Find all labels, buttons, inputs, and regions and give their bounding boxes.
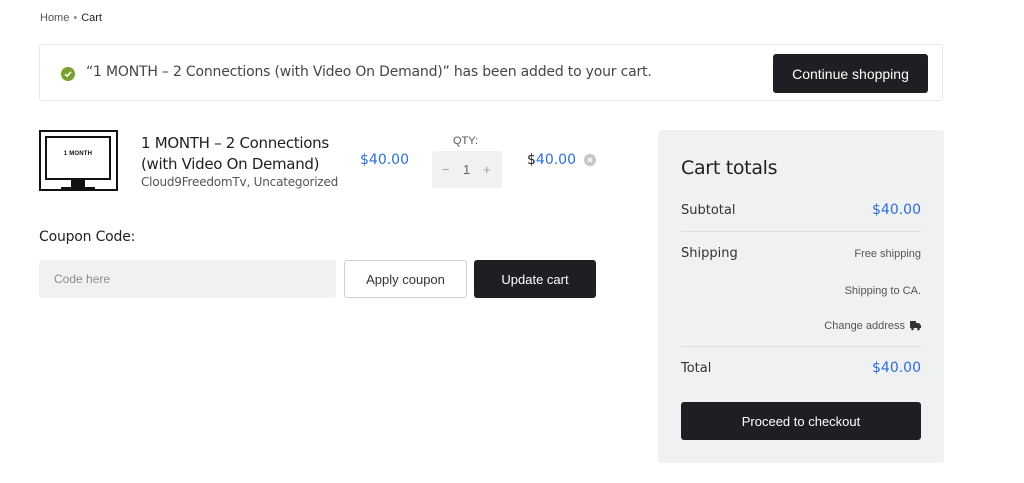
change-address-label[interactable]: Change address (824, 320, 905, 332)
notice-message: “1 MONTH – 2 Connections (with Video On … (86, 64, 652, 80)
cart-totals-panel: Cart totals Subtotal $40.00 Shipping Fre… (658, 130, 944, 463)
product-title-link[interactable]: 1 MONTH – 2 Connections (with Video On D… (141, 133, 341, 175)
total-label: Total (681, 361, 712, 376)
breadcrumb: Home • Cart (40, 12, 102, 24)
subtotal-value: $40.00 (872, 202, 921, 218)
shipping-label: Shipping (681, 246, 738, 261)
product-thumbnail[interactable]: 1 MONTH (39, 130, 118, 191)
breadcrumb-separator: • (73, 12, 78, 24)
thumbnail-label: 1 MONTH (63, 151, 93, 157)
coupon-code-input[interactable] (39, 260, 336, 298)
qty-increase-button[interactable]: + (483, 162, 491, 177)
line-subtotal-amount: 40.00 (535, 152, 577, 168)
breadcrumb-home-link[interactable]: Home (40, 12, 69, 24)
change-address-link[interactable]: Change address (824, 320, 921, 332)
total-value: $40.00 (872, 360, 921, 376)
qty-label: QTY: (453, 135, 479, 147)
shipping-method: Free shipping (854, 248, 921, 260)
tv-screen-graphic: 1 MONTH (45, 136, 111, 180)
continue-shopping-button[interactable]: Continue shopping (773, 54, 928, 93)
divider (681, 346, 921, 347)
added-to-cart-notice: “1 MONTH – 2 Connections (with Video On … (39, 44, 943, 101)
proceed-to-checkout-button[interactable]: Proceed to checkout (681, 402, 921, 440)
quantity-stepper[interactable]: − 1 + (432, 151, 502, 188)
cart-totals-heading: Cart totals (681, 157, 778, 179)
apply-coupon-button[interactable]: Apply coupon (344, 260, 467, 298)
divider (681, 231, 921, 232)
qty-decrease-button[interactable]: − (442, 162, 450, 177)
remove-item-icon[interactable] (584, 154, 596, 166)
product-price: $40.00 (360, 152, 409, 168)
shipping-destination: Shipping to CA. (844, 285, 921, 297)
line-subtotal: $40.00 (527, 152, 576, 168)
product-categories[interactable]: Cloud9FreedomTv, Uncategorized (141, 175, 338, 189)
truck-icon (910, 321, 921, 331)
qty-value[interactable]: 1 (463, 162, 470, 177)
line-subtotal-currency: $ (527, 152, 536, 168)
subtotal-label: Subtotal (681, 203, 736, 218)
check-circle-icon (61, 67, 75, 81)
breadcrumb-current: Cart (81, 12, 102, 24)
tv-base-graphic (61, 187, 95, 189)
update-cart-button[interactable]: Update cart (474, 260, 596, 298)
coupon-label: Coupon Code: (39, 229, 136, 245)
